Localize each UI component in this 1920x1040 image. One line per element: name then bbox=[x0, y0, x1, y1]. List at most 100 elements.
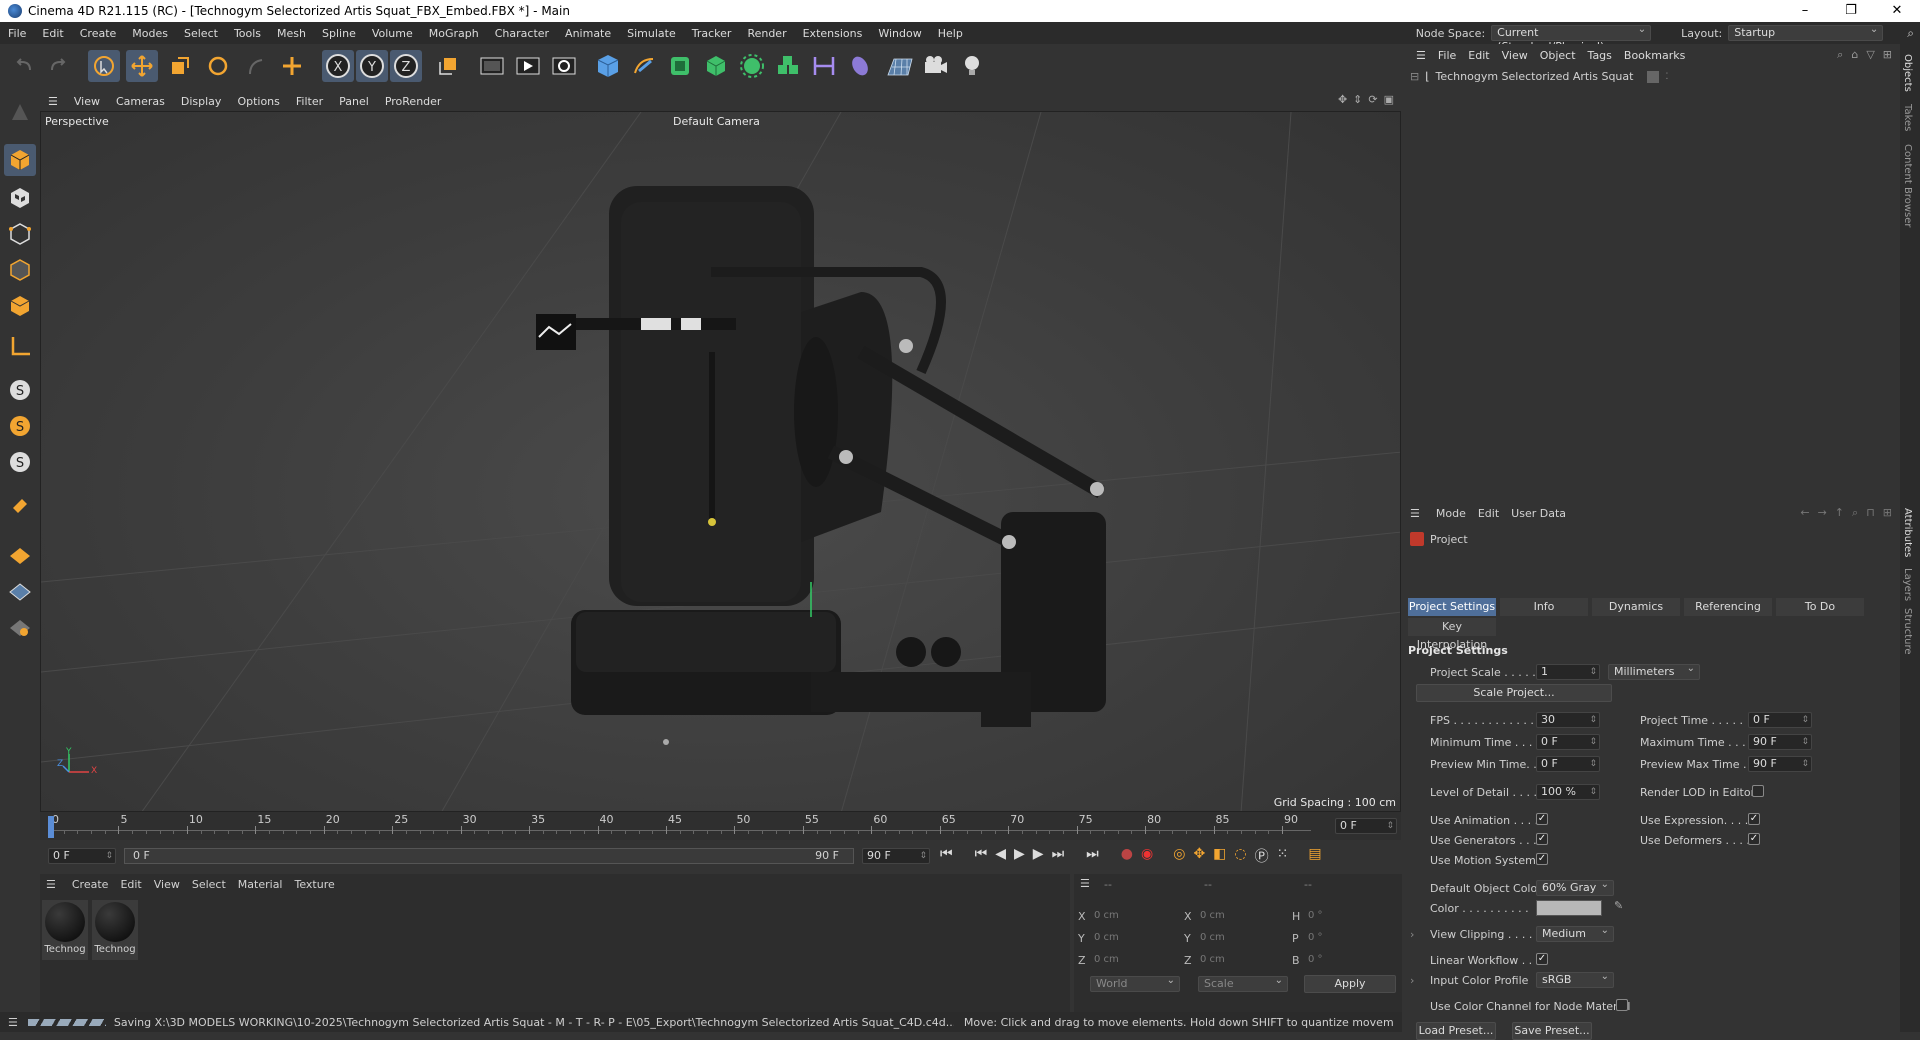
side-tab-structure[interactable]: Structure bbox=[1902, 608, 1913, 655]
render-view-icon[interactable] bbox=[476, 50, 508, 82]
objects-menu-file[interactable]: File bbox=[1432, 49, 1462, 62]
new-attributes-icon[interactable]: ⊞ bbox=[1883, 506, 1892, 520]
make-editable-icon[interactable] bbox=[4, 96, 36, 128]
viewport-menu-options[interactable]: Options bbox=[229, 95, 287, 108]
coord-size-x-field[interactable]: 0 cm bbox=[1196, 908, 1278, 924]
viewport-menu-filter[interactable]: Filter bbox=[288, 95, 331, 108]
menu-extensions[interactable]: Extensions bbox=[795, 27, 871, 40]
use-deformers-checkbox[interactable]: ✓ bbox=[1748, 833, 1760, 845]
cloner-icon[interactable] bbox=[736, 50, 768, 82]
axis-mode-icon[interactable] bbox=[4, 330, 36, 362]
use-color-channel-checkbox[interactable] bbox=[1616, 999, 1628, 1011]
menu-character[interactable]: Character bbox=[487, 27, 557, 40]
texture-mode-icon[interactable] bbox=[4, 182, 36, 214]
tab-info[interactable]: Info bbox=[1500, 598, 1588, 616]
viewport-rotate-icon[interactable]: ⟳ bbox=[1368, 93, 1377, 106]
points-mode-icon[interactable] bbox=[4, 218, 36, 250]
playhead[interactable] bbox=[48, 816, 54, 838]
key-scale-icon[interactable]: ◧ bbox=[1213, 846, 1226, 866]
use-generators-checkbox[interactable]: ✓ bbox=[1536, 833, 1548, 845]
maximize-button[interactable]: ❐ bbox=[1828, 0, 1874, 22]
floor-icon[interactable] bbox=[884, 50, 916, 82]
live-selection-icon[interactable] bbox=[88, 50, 120, 82]
objects-home-icon[interactable]: ⌂ bbox=[1851, 48, 1858, 62]
attributes-hamburger-icon[interactable]: ☰ bbox=[1410, 507, 1420, 520]
load-preset-button[interactable]: Load Preset... bbox=[1416, 1022, 1496, 1040]
input-profile-expand-icon[interactable]: › bbox=[1410, 974, 1414, 987]
object-tree[interactable]: ⊟ ⌊ Technogym Selectorized Artis Squat ⁚ bbox=[1404, 66, 1900, 486]
viewport-menu-display[interactable]: Display bbox=[173, 95, 230, 108]
expand-icon[interactable]: ⊟ bbox=[1410, 70, 1419, 83]
forward-arrow-icon[interactable]: → bbox=[1818, 506, 1827, 520]
coord-pos-z-field[interactable]: 0 cm bbox=[1090, 952, 1172, 968]
side-tab-objects[interactable]: Objects bbox=[1902, 54, 1913, 92]
menu-modes[interactable]: Modes bbox=[124, 27, 176, 40]
start-frame-field[interactable]: 0 F bbox=[48, 848, 116, 864]
go-to-end-icon[interactable]: ⏭ bbox=[1086, 846, 1099, 866]
object-tree-row[interactable]: ⊟ ⌊ Technogym Selectorized Artis Squat ⁚ bbox=[1410, 70, 1668, 83]
tab-project-settings[interactable]: Project Settings bbox=[1408, 598, 1496, 616]
add-tool-icon[interactable] bbox=[276, 50, 308, 82]
objects-menu-view[interactable]: View bbox=[1496, 49, 1534, 62]
menu-window[interactable]: Window bbox=[870, 27, 929, 40]
tab-dynamics[interactable]: Dynamics bbox=[1592, 598, 1680, 616]
end-frame-field[interactable]: 90 F bbox=[862, 848, 930, 864]
edges-mode-icon[interactable] bbox=[4, 254, 36, 286]
viewport-maximize-icon[interactable]: ▣ bbox=[1384, 93, 1394, 106]
camera-icon[interactable] bbox=[920, 50, 952, 82]
attributes-search-icon[interactable]: ⌕ bbox=[1852, 506, 1858, 520]
coord-rot-p-field[interactable]: 0 ° bbox=[1304, 930, 1386, 946]
tab-to-do[interactable]: To Do bbox=[1776, 598, 1864, 616]
coord-size-y-field[interactable]: 0 cm bbox=[1196, 930, 1278, 946]
color-swatch[interactable] bbox=[1536, 900, 1602, 916]
coords-hamburger-icon[interactable]: ☰ bbox=[1080, 877, 1090, 890]
project-time-field[interactable]: 0 F bbox=[1748, 712, 1812, 728]
objects-menu-bookmarks[interactable]: Bookmarks bbox=[1618, 49, 1691, 62]
material-menu-edit[interactable]: Edit bbox=[114, 878, 147, 891]
coord-rot-h-field[interactable]: 0 ° bbox=[1304, 908, 1386, 924]
environment-icon[interactable] bbox=[844, 50, 876, 82]
rotate-tool-icon[interactable] bbox=[202, 50, 234, 82]
use-animation-checkbox[interactable]: ✓ bbox=[1536, 813, 1548, 825]
render-to-picture-viewer-icon[interactable] bbox=[512, 50, 544, 82]
menu-spline[interactable]: Spline bbox=[314, 27, 364, 40]
recent-tool-icon[interactable] bbox=[240, 50, 272, 82]
attributes-menu-userdata[interactable]: User Data bbox=[1505, 507, 1572, 520]
up-arrow-icon[interactable]: ↑ bbox=[1835, 506, 1844, 520]
viewport-dolly-icon[interactable]: ⇕ bbox=[1353, 93, 1362, 106]
menu-volume[interactable]: Volume bbox=[364, 27, 421, 40]
preview-min-time-field[interactable]: 0 F bbox=[1536, 756, 1600, 772]
menu-file[interactable]: File bbox=[0, 27, 34, 40]
menu-mograph[interactable]: MoGraph bbox=[421, 27, 487, 40]
timeline-ruler[interactable]: 0 5 10 15 20 25 30 35 40 45 50 55 60 65 70 75 80 85 90 0 F bbox=[40, 812, 1401, 840]
viewport-menu-panel[interactable]: Panel bbox=[331, 95, 377, 108]
coord-pos-y-field[interactable]: 0 cm bbox=[1090, 930, 1172, 946]
preview-range-slider[interactable]: 0 F 90 F bbox=[124, 848, 854, 864]
object-name[interactable]: Technogym Selectorized Artis Squat bbox=[1436, 70, 1634, 83]
render-lod-checkbox[interactable] bbox=[1752, 785, 1764, 797]
project-scale-field[interactable]: 1 bbox=[1536, 664, 1600, 680]
side-tab-takes[interactable]: Takes bbox=[1902, 104, 1913, 131]
menu-simulate[interactable]: Simulate bbox=[619, 27, 684, 40]
viewport-hamburger-icon[interactable]: ☰ bbox=[40, 95, 66, 108]
play-icon[interactable]: ▶ bbox=[1014, 846, 1025, 866]
magnet-tool-icon[interactable] bbox=[4, 490, 36, 522]
objects-new-window-icon[interactable]: ⊞ bbox=[1883, 48, 1892, 62]
search-icon[interactable]: ⌕ bbox=[1907, 26, 1914, 41]
coord-mode-dropdown[interactable]: Scale bbox=[1198, 974, 1288, 992]
layer-tag-icon[interactable] bbox=[1647, 70, 1660, 83]
view-clipping-dropdown[interactable]: Medium bbox=[1536, 924, 1614, 942]
material-hamburger-icon[interactable]: ☰ bbox=[46, 878, 56, 891]
coord-pos-x-field[interactable]: 0 cm bbox=[1090, 908, 1172, 924]
node-space-dropdown[interactable]: Current (Standard/Physical) bbox=[1491, 23, 1652, 53]
mograph-cubes-icon[interactable] bbox=[772, 50, 804, 82]
menu-select[interactable]: Select bbox=[176, 27, 226, 40]
3d-viewport[interactable]: Perspective Default Camera Grid Spacing … bbox=[40, 111, 1401, 812]
project-scale-unit-dropdown[interactable]: Millimeters bbox=[1608, 662, 1700, 680]
material-menu-select[interactable]: Select bbox=[186, 878, 232, 891]
active-camera-label[interactable]: Default Camera bbox=[673, 115, 760, 128]
key-position-icon[interactable]: ✥ bbox=[1193, 846, 1205, 866]
key-point-level-icon[interactable]: ⁙ bbox=[1277, 846, 1289, 866]
side-tab-content-browser[interactable]: Content Browser bbox=[1902, 144, 1913, 227]
lock-icon[interactable]: ⊓ bbox=[1866, 506, 1875, 520]
